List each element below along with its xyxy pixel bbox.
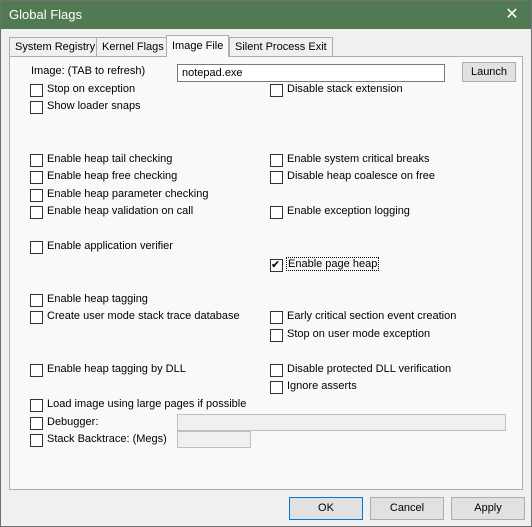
disable-protected-dll-label: Disable protected DLL verification bbox=[287, 363, 452, 375]
debugger-checkbox[interactable] bbox=[30, 417, 43, 430]
stack-backtrace-input[interactable] bbox=[177, 431, 251, 448]
tab-silent-process-exit[interactable]: Silent Process Exit bbox=[229, 37, 333, 56]
apply-button[interactable]: Apply bbox=[451, 497, 525, 520]
early-critical-section-label: Early critical section event creation bbox=[287, 310, 457, 322]
cancel-button[interactable]: Cancel bbox=[370, 497, 444, 520]
heap-tagging-dll-checkbox[interactable] bbox=[30, 364, 43, 377]
heap-param-checkbox[interactable] bbox=[30, 189, 43, 202]
image-label: Image: (TAB to refresh) bbox=[31, 65, 146, 77]
ignore-asserts-checkbox[interactable] bbox=[270, 381, 283, 394]
heap-param-label: Enable heap parameter checking bbox=[47, 188, 209, 200]
disable-heap-coalesce-checkbox[interactable] bbox=[270, 171, 283, 184]
title-bar: Global Flags ✕ bbox=[1, 1, 531, 29]
disable-stack-extension-label: Disable stack extension bbox=[287, 83, 403, 95]
image-file-panel: Image: (TAB to refresh) notepad.exe Laun… bbox=[9, 56, 523, 490]
stop-user-mode-exception-label: Stop on user mode exception bbox=[287, 328, 431, 340]
heap-validation-label: Enable heap validation on call bbox=[47, 205, 194, 217]
tab-image-file[interactable]: Image File bbox=[166, 35, 230, 57]
early-critical-section-checkbox[interactable] bbox=[270, 311, 283, 324]
ok-button[interactable]: OK bbox=[289, 497, 363, 520]
disable-stack-extension-checkbox[interactable] bbox=[270, 84, 283, 97]
app-verifier-label: Enable application verifier bbox=[47, 240, 173, 252]
exception-logging-label: Enable exception logging bbox=[287, 205, 410, 217]
page-heap-label: Enable page heap bbox=[286, 257, 380, 271]
image-name-input[interactable]: notepad.exe bbox=[177, 64, 445, 82]
debugger-label: Debugger: bbox=[47, 416, 99, 428]
stack-backtrace-checkbox[interactable] bbox=[30, 434, 43, 447]
page-heap-checkbox[interactable] bbox=[270, 258, 283, 272]
app-verifier-checkbox[interactable] bbox=[30, 241, 43, 254]
global-flags-dialog: Global Flags ✕ System Registry Kernel Fl… bbox=[0, 0, 532, 527]
system-critical-breaks-checkbox[interactable] bbox=[270, 154, 283, 167]
stack-trace-db-label: Create user mode stack trace database bbox=[47, 310, 240, 322]
heap-tail-label: Enable heap tail checking bbox=[47, 153, 173, 165]
heap-tagging-checkbox[interactable] bbox=[30, 294, 43, 307]
tab-system-registry[interactable]: System Registry bbox=[9, 37, 102, 56]
heap-tagging-dll-label: Enable heap tagging by DLL bbox=[47, 363, 186, 375]
heap-tail-checkbox[interactable] bbox=[30, 154, 43, 167]
show-loader-snaps-label: Show loader snaps bbox=[47, 100, 141, 112]
debugger-input[interactable] bbox=[177, 414, 506, 431]
disable-heap-coalesce-label: Disable heap coalesce on free bbox=[287, 170, 435, 182]
large-pages-label: Load image using large pages if possible bbox=[47, 398, 247, 410]
stop-on-exception-label: Stop on exception bbox=[47, 83, 136, 95]
heap-free-label: Enable heap free checking bbox=[47, 170, 178, 182]
system-critical-breaks-label: Enable system critical breaks bbox=[287, 153, 430, 165]
window-title: Global Flags bbox=[9, 7, 82, 22]
large-pages-checkbox[interactable] bbox=[30, 399, 43, 412]
stack-backtrace-label: Stack Backtrace: (Megs) bbox=[47, 433, 167, 445]
stop-user-mode-exception-checkbox[interactable] bbox=[270, 329, 283, 342]
exception-logging-checkbox[interactable] bbox=[270, 206, 283, 219]
show-loader-snaps-checkbox[interactable] bbox=[30, 101, 43, 114]
image-name-value: notepad.exe bbox=[182, 67, 243, 79]
ignore-asserts-label: Ignore asserts bbox=[287, 380, 357, 392]
heap-free-checkbox[interactable] bbox=[30, 171, 43, 184]
heap-tagging-label: Enable heap tagging bbox=[47, 293, 148, 305]
tab-kernel-flags[interactable]: Kernel Flags bbox=[96, 37, 170, 56]
stack-trace-db-checkbox[interactable] bbox=[30, 311, 43, 324]
close-icon[interactable]: ✕ bbox=[501, 4, 523, 26]
disable-protected-dll-checkbox[interactable] bbox=[270, 364, 283, 377]
launch-button[interactable]: Launch bbox=[462, 62, 516, 82]
stop-on-exception-checkbox[interactable] bbox=[30, 84, 43, 97]
heap-validation-checkbox[interactable] bbox=[30, 206, 43, 219]
